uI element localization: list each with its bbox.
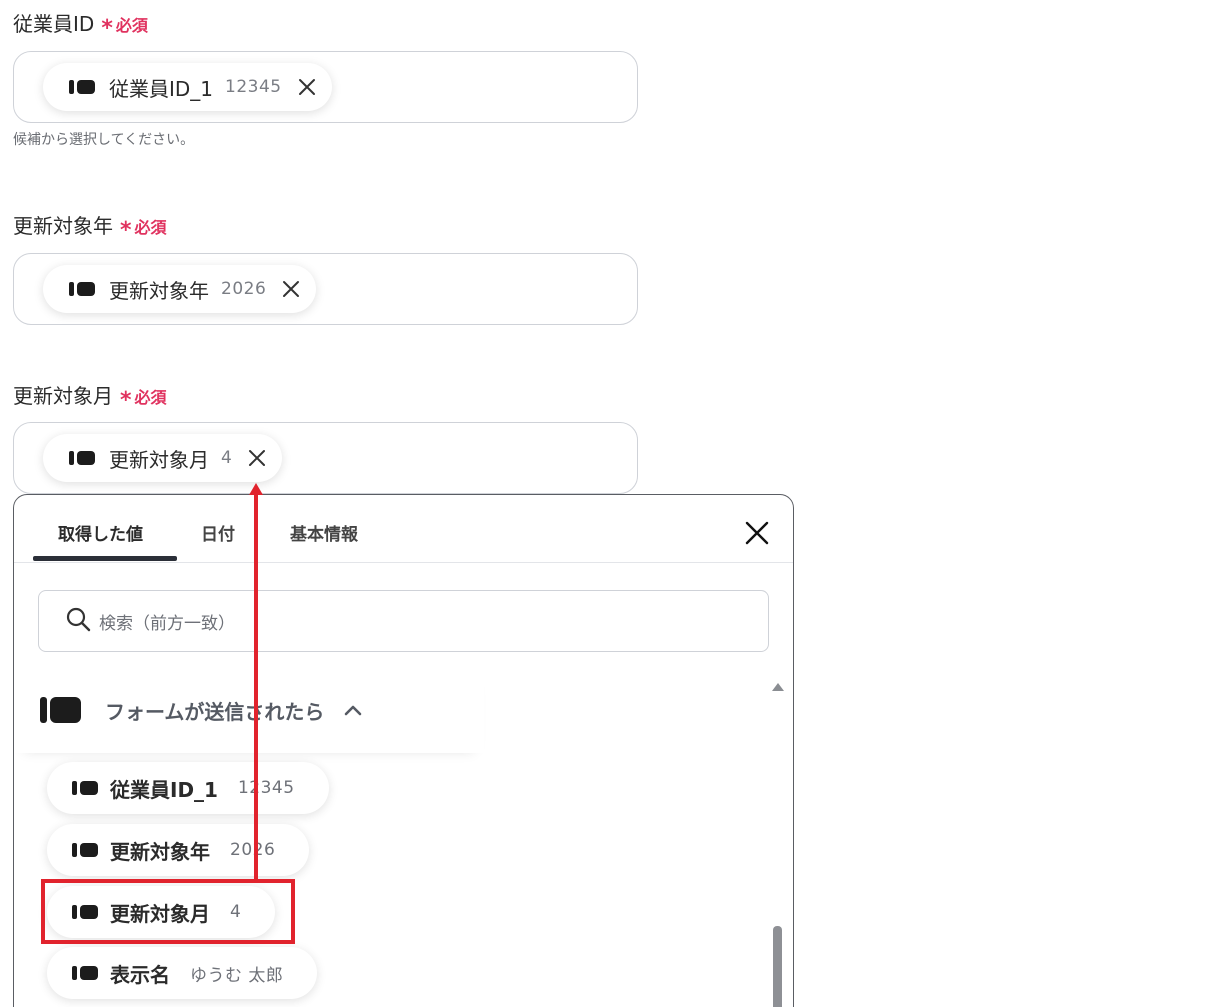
- tab-basic-info[interactable]: 基本情報: [290, 520, 358, 545]
- field-label-target-year: 更新対象年 * 必須: [13, 210, 167, 243]
- employee-id-input[interactable]: 従業員ID_1 12345: [13, 51, 638, 123]
- chip-value: 12345: [225, 77, 282, 97]
- item-value: 2026: [230, 840, 276, 860]
- form-app-icon: [72, 966, 98, 980]
- scrollbar[interactable]: [770, 683, 784, 1007]
- remove-chip-close-icon[interactable]: [296, 76, 318, 98]
- list-item[interactable]: 従業員ID_1 12345: [47, 762, 329, 814]
- group-title: フォームが送信されたら: [105, 699, 325, 724]
- required-asterisk: *: [101, 16, 113, 41]
- chip-name: 更新対象年: [109, 278, 209, 303]
- form-app-icon: [69, 282, 95, 296]
- search-placeholder: 検索（前方一致）: [99, 613, 235, 634]
- field-label-target-month: 更新対象月 * 必須: [13, 380, 167, 413]
- form-app-icon: [72, 843, 98, 857]
- field-hint: 候補から選択してください。: [13, 132, 195, 148]
- value-chip: 更新対象年 2026: [43, 265, 317, 313]
- chevron-up-icon[interactable]: [342, 699, 364, 721]
- list-item[interactable]: 表示名 ゆうむ 太郎: [47, 947, 318, 999]
- tab-date[interactable]: 日付: [201, 520, 235, 545]
- remove-chip-close-icon[interactable]: [246, 447, 268, 469]
- scrollbar-thumb[interactable]: [773, 926, 782, 1007]
- item-value: 12345: [237, 778, 295, 798]
- tab-retrieved-values[interactable]: 取得した値: [58, 520, 143, 545]
- form-app-icon: [69, 451, 95, 465]
- field-label-employee-id: 従業員ID * 必須: [13, 8, 148, 41]
- search-input[interactable]: 検索（前方一致）: [38, 590, 769, 652]
- form-app-icon: [69, 80, 95, 94]
- required-text: 必須: [134, 388, 167, 407]
- target-year-input[interactable]: 更新対象年 2026: [13, 253, 638, 325]
- field-label-text: 更新対象月: [13, 384, 113, 408]
- field-label-text: 更新対象年: [13, 214, 113, 238]
- item-value: ゆうむ 太郎: [190, 965, 284, 986]
- list-item[interactable]: 更新対象年 2026: [47, 824, 310, 876]
- required-marker: * 必須: [101, 12, 148, 41]
- required-asterisk: *: [120, 388, 132, 413]
- item-name: 表示名: [110, 962, 170, 987]
- chip-name: 更新対象月: [109, 447, 209, 472]
- scroll-up-arrow-icon[interactable]: [772, 683, 784, 691]
- item-name: 更新対象年: [110, 839, 210, 864]
- chip-name: 従業員ID_1: [109, 76, 214, 101]
- annotation-arrow-line: [254, 494, 258, 879]
- required-asterisk: *: [120, 218, 132, 243]
- value-chip: 更新対象月 4: [43, 434, 283, 482]
- item-name: 従業員ID_1: [110, 777, 218, 802]
- value-chip: 従業員ID_1 12345: [43, 63, 332, 111]
- annotation-highlight-box: [41, 879, 295, 944]
- required-marker: * 必須: [120, 384, 167, 413]
- required-marker: * 必須: [120, 214, 167, 243]
- field-label-text: 従業員ID: [13, 12, 95, 36]
- close-popup-close-icon[interactable]: [743, 519, 771, 547]
- form-app-icon: [72, 781, 98, 795]
- popup-tabs: 取得した値 日付 基本情報: [14, 495, 793, 563]
- remove-chip-close-icon[interactable]: [280, 278, 302, 300]
- required-text: 必須: [134, 218, 167, 237]
- annotation-arrow-head-icon: [249, 483, 263, 495]
- chip-value: 2026: [221, 279, 267, 299]
- search-icon: [65, 606, 91, 636]
- active-tab-indicator: [33, 556, 177, 561]
- trigger-group-header[interactable]: フォームが送信されたら: [14, 667, 484, 753]
- target-month-input[interactable]: 更新対象月 4: [13, 422, 638, 494]
- required-text: 必須: [115, 16, 148, 35]
- chip-value: 4: [221, 448, 233, 468]
- form-app-icon: [40, 697, 81, 723]
